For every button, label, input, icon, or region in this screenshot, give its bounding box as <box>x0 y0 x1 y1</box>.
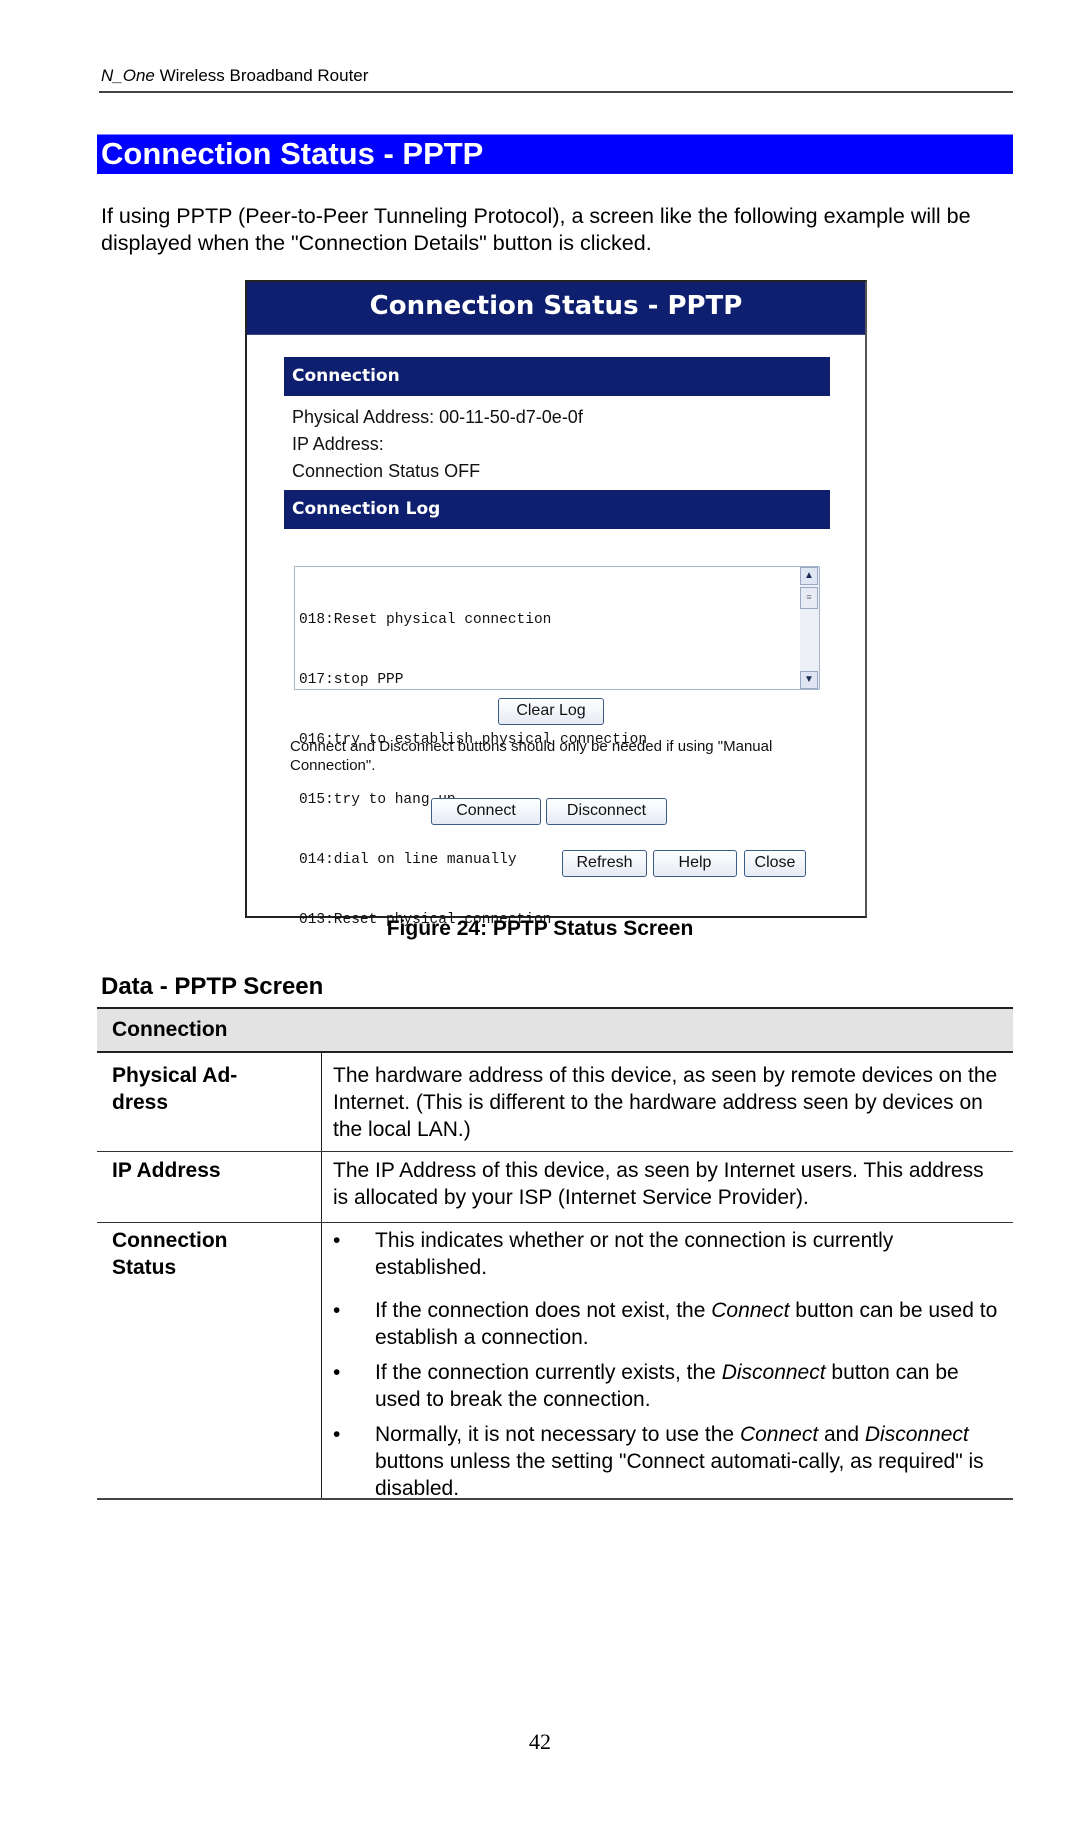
connection-log-textarea[interactable]: 018:Reset physical connection 017:stop P… <box>294 566 820 928</box>
figure-caption: Figure 24: PPTP Status Screen <box>386 917 694 940</box>
bullet-text-emphasis: Connect <box>711 1299 790 1322</box>
bullet-text-part: Normally, it is not necessary to use the <box>375 1423 740 1446</box>
scroll-down-icon[interactable]: ▼ <box>800 671 818 689</box>
manual-connection-note: Connect and Disconnect buttons should on… <box>290 738 773 774</box>
row-desc-ip-address: The IP Address of this device, as seen b… <box>333 1159 984 1209</box>
log-line: 017:stop PPP <box>299 672 404 688</box>
table-header-row: Connection <box>97 1009 1013 1051</box>
ip-address-value: IP Address: <box>292 434 384 454</box>
physical-address-value: Physical Address: 00-11-50-d7-0e-0f <box>292 407 583 427</box>
bullet-icon: • <box>333 1299 341 1322</box>
table-header-rule <box>97 1051 1013 1053</box>
bullet-text: This indicates whether or not the connec… <box>375 1227 1005 1281</box>
connection-log-section-title: Connection Log <box>292 499 441 519</box>
table-header-label: Connection <box>112 1018 228 1041</box>
page-number: 42 <box>529 1729 551 1754</box>
disconnect-button[interactable]: Disconnect <box>546 798 667 825</box>
connection-status-value: Connection Status OFF <box>292 461 481 481</box>
refresh-button[interactable]: Refresh <box>562 850 647 877</box>
bullet-text-part: and <box>818 1423 865 1446</box>
connection-section-bar: Connection <box>284 357 830 396</box>
bullet-text-part: If the connection currently exists, the <box>375 1361 722 1384</box>
bullet-text: If the connection does not exist, the Co… <box>375 1297 1005 1351</box>
scroll-up-icon[interactable]: ▲ <box>800 567 818 585</box>
section-title: Connection Status - PPTP <box>101 136 484 171</box>
clear-log-button[interactable]: Clear Log <box>498 698 604 725</box>
running-header: N_One Wireless Broadband Router <box>101 66 368 86</box>
scroll-thumb-icon[interactable]: ≡ <box>800 587 818 609</box>
table-row-rule <box>97 1222 1013 1223</box>
close-button[interactable]: Close <box>744 850 806 877</box>
subheading: Data - PPTP Screen <box>101 973 324 1000</box>
connection-section-title: Connection <box>292 366 400 386</box>
bullet-text-part: buttons unless the setting "Connect auto… <box>375 1450 984 1500</box>
header-rule <box>99 91 1013 93</box>
bullet-text-part: If the connection does not exist, the <box>375 1299 712 1322</box>
table-column-divider <box>321 1053 322 1498</box>
window-title: Connection Status - PPTP <box>369 291 743 321</box>
table-row-rule <box>97 1151 1013 1152</box>
bullet-text-emphasis: Connect <box>739 1423 819 1446</box>
product-name: N_One <box>101 66 155 85</box>
connect-button[interactable]: Connect <box>431 798 541 825</box>
product-subtitle: Wireless Broadband Router <box>154 66 369 85</box>
bullet-icon: • <box>333 1361 341 1384</box>
bullet-text: Normally, it is not necessary to use the… <box>375 1421 1005 1502</box>
bullet-icon: • <box>333 1229 341 1252</box>
intro-paragraph: If using PPTP (Peer-to-Peer Tunneling Pr… <box>101 204 971 255</box>
bullet-text-emphasis: Disconnect <box>864 1423 969 1446</box>
connection-log-section-bar: Connection Log <box>284 490 830 529</box>
row-label-connection-status: Connection Status <box>112 1229 228 1279</box>
bullet-text-emphasis: Disconnect <box>721 1361 826 1384</box>
log-line: 018:Reset physical connection <box>299 612 552 628</box>
help-button[interactable]: Help <box>653 850 737 877</box>
row-desc-physical-address: The hardware address of this device, as … <box>333 1064 998 1141</box>
bullet-text: If the connection currently exists, the … <box>375 1359 1005 1413</box>
pptp-status-screenshot: Connection Status - PPTP Connection Phys… <box>245 280 867 928</box>
bullet-text-part: This indicates whether or not the connec… <box>375 1229 894 1279</box>
bullet-icon: • <box>333 1423 341 1446</box>
log-scrollbar[interactable]: ▲ ≡ ▼ <box>800 567 819 689</box>
row-label-physical-address: Physical Ad- dress <box>112 1064 238 1114</box>
section-title-band: Connection Status - PPTP <box>97 134 1013 174</box>
table-bottom-rule <box>97 1498 1013 1500</box>
window-header: Connection Status - PPTP <box>247 282 865 335</box>
row-label-ip-address: IP Address <box>112 1159 221 1182</box>
